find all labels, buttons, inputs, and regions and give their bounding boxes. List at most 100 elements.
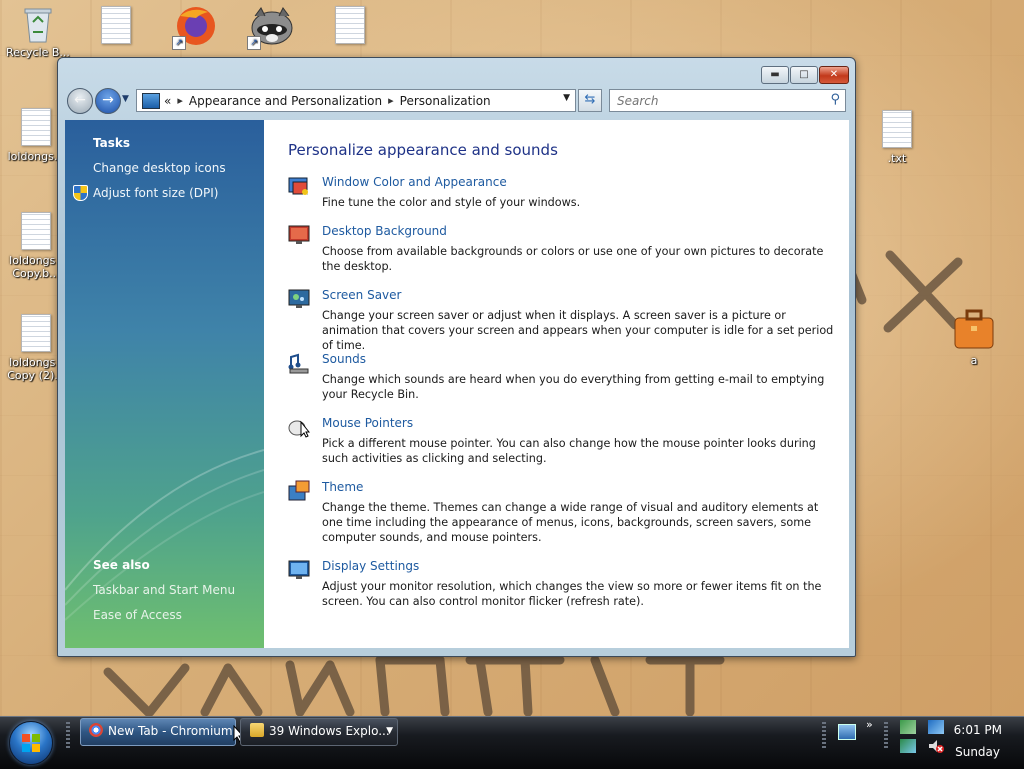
desktop-icon-label: loldongs... [7, 150, 65, 163]
control-panel-icon [142, 92, 160, 109]
item-title-link[interactable]: Mouse Pointers [322, 416, 413, 430]
desktop-icon-recycle-bin[interactable]: Recycle B... [6, 4, 70, 59]
show-desktop-icon[interactable] [838, 724, 856, 740]
taskbar-grip[interactable] [884, 722, 888, 748]
item-title-link[interactable]: Display Settings [322, 559, 419, 573]
navigation-bar: ← → ▼ « ▸ Appearance and Personalization… [66, 88, 847, 114]
desktop-icon-txt[interactable]: .txt [865, 110, 929, 165]
chevron-right-icon: ▸ [177, 94, 183, 107]
window-color-icon [288, 177, 308, 195]
raccoon-icon: ↗ [247, 4, 297, 50]
breadcrumb-overflow[interactable]: « [164, 94, 171, 108]
adjust-font-size-link[interactable]: Adjust font size (DPI) [93, 186, 218, 200]
item-sounds: Sounds Change which sounds are heard whe… [288, 352, 838, 406]
taskbar-button-chromium[interactable]: New Tab - Chromium [80, 718, 236, 746]
change-desktop-icons-link[interactable]: Change desktop icons [93, 161, 226, 175]
tray-connection-icon[interactable] [900, 739, 916, 753]
item-description: Adjust your monitor resolution, which ch… [322, 580, 822, 608]
item-description: Change your screen saver or adjust when … [322, 309, 834, 352]
refresh-button[interactable]: ⇆ [578, 89, 602, 112]
back-button[interactable]: ← [67, 88, 93, 114]
taskbar-button-label: 39 Windows Explo... [269, 724, 390, 738]
tasks-heading: Tasks [93, 136, 131, 150]
text-file-icon [19, 108, 53, 148]
group-dropdown-icon[interactable]: ▼ [386, 719, 393, 744]
shortcut-arrow-icon: ↗ [172, 36, 186, 50]
taskbar-button-label: New Tab - Chromium [108, 724, 233, 738]
recycle-bin-icon [21, 4, 55, 44]
address-dropdown-icon[interactable]: ▼ [563, 93, 570, 103]
taskbar-grip[interactable] [822, 722, 826, 748]
taskbar-start-menu-link[interactable]: Taskbar and Start Menu [93, 583, 235, 597]
item-theme: Theme Change the theme. Themes can chang… [288, 480, 838, 548]
text-file-icon [333, 6, 367, 46]
windows-logo-icon [22, 734, 40, 752]
tray-sync-icon[interactable] [928, 720, 944, 734]
item-window-color: Window Color and Appearance Fine tune th… [288, 175, 838, 215]
desktop-icon-label: .txt [887, 152, 907, 165]
desktop-icon-label: loldongs - Copy.b... [9, 254, 63, 280]
text-file-icon [99, 6, 133, 46]
desktop-icon-briefcase[interactable]: a [942, 306, 1006, 367]
page-title: Personalize appearance and sounds [288, 141, 558, 159]
folder-icon [250, 723, 264, 737]
volume-muted-icon[interactable] [928, 739, 944, 753]
forward-arrow-icon: → [102, 92, 114, 108]
clock-time[interactable]: 6:01 PM [954, 723, 1002, 737]
breadcrumb-appearance[interactable]: Appearance and Personalization [189, 94, 382, 108]
personalization-window: ▬ □ ✕ ← → ▼ « ▸ Appearance and Personali… [57, 57, 856, 657]
recent-pages-dropdown[interactable]: ▼ [122, 94, 129, 104]
display-settings-icon [288, 560, 310, 579]
theme-icon [288, 480, 310, 501]
ease-of-access-link[interactable]: Ease of Access [93, 608, 182, 622]
close-button[interactable]: ✕ [819, 66, 849, 84]
uac-shield-icon [73, 185, 88, 201]
address-bar[interactable]: « ▸ Appearance and Personalization ▸ Per… [136, 89, 576, 112]
sounds-icon [288, 353, 309, 374]
item-title-link[interactable]: Theme [322, 480, 363, 494]
taskbar: New Tab - Chromium 39 Windows Explo... ▼… [0, 716, 1024, 769]
text-file-icon [19, 212, 53, 252]
clock-day[interactable]: Sunday [955, 745, 1000, 759]
search-input[interactable] [615, 92, 819, 109]
tray-network-icon[interactable] [900, 720, 916, 734]
search-icon[interactable]: ⚲ [830, 92, 840, 107]
item-title-link[interactable]: Desktop Background [322, 224, 447, 238]
content-pane: Personalize appearance and sounds Window… [264, 120, 849, 648]
desktop-icon-text-file[interactable] [84, 6, 148, 48]
briefcase-icon [951, 306, 997, 352]
item-title-link[interactable]: Window Color and Appearance [322, 175, 507, 189]
maximize-button[interactable]: □ [790, 66, 818, 84]
desktop-icon-firefox[interactable]: ↗ [162, 4, 226, 52]
taskbar-grip[interactable] [66, 722, 70, 748]
minimize-button[interactable]: ▬ [761, 66, 789, 84]
firefox-icon: ↗ [172, 4, 216, 50]
taskbar-button-explorer-group[interactable]: 39 Windows Explo... ▼ [240, 718, 398, 746]
item-description: Pick a different mouse pointer. You can … [322, 437, 816, 465]
desktop-icon-raccoon[interactable]: ↗ [240, 4, 304, 52]
item-display-settings: Display Settings Adjust your monitor res… [288, 559, 838, 613]
forward-button[interactable]: → [95, 88, 121, 114]
breadcrumb-personalization[interactable]: Personalization [400, 94, 491, 108]
screen-saver-icon [288, 289, 310, 308]
item-description: Fine tune the color and style of your wi… [322, 196, 581, 209]
see-also-heading: See also [93, 558, 150, 572]
chevron-right-icon: ▸ [388, 94, 394, 107]
desktop-icon-text-file[interactable] [318, 6, 382, 48]
item-title-link[interactable]: Screen Saver [322, 288, 401, 302]
item-description: Change which sounds are heard when you d… [322, 373, 825, 401]
item-description: Choose from available backgrounds or col… [322, 245, 824, 273]
caption-buttons: ▬ □ ✕ [761, 66, 849, 84]
text-file-icon [880, 110, 914, 150]
item-title-link[interactable]: Sounds [322, 352, 366, 366]
chromium-icon [89, 723, 103, 737]
refresh-icon: ⇆ [584, 92, 596, 107]
item-screen-saver: Screen Saver Change your screen saver or… [288, 288, 838, 352]
mouse-pointers-icon [288, 420, 310, 438]
start-button[interactable] [9, 721, 53, 765]
item-desktop-background: Desktop Background Choose from available… [288, 224, 838, 278]
search-box[interactable]: ⚲ [609, 89, 846, 112]
item-mouse-pointers: Mouse Pointers Pick a different mouse po… [288, 416, 838, 470]
text-file-icon [19, 314, 53, 354]
toolbar-overflow-icon[interactable]: » [866, 718, 873, 731]
